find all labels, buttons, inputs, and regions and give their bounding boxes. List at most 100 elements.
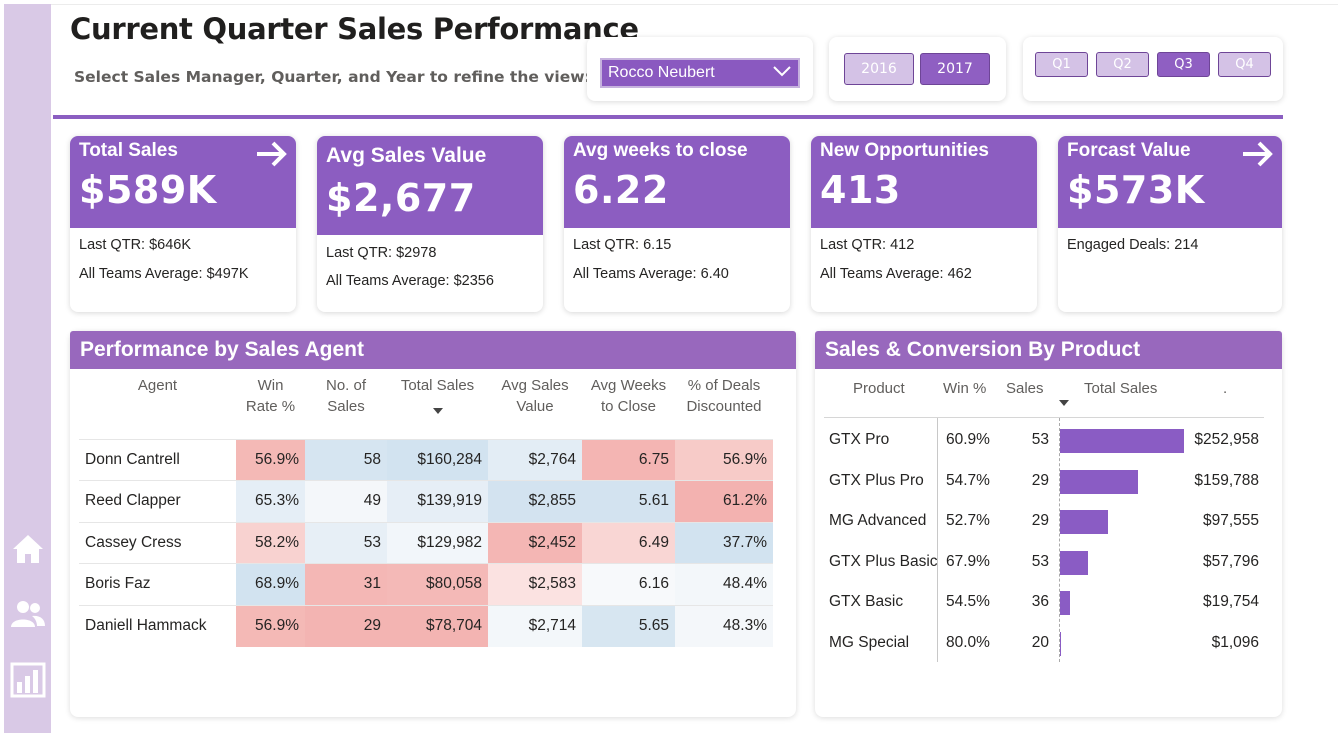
- product-sales-bar: [1060, 469, 1138, 494]
- kpi-last-qtr: Last QTR: 412: [820, 237, 915, 253]
- product-name: GTX Pro: [829, 431, 890, 448]
- year-chip-2017[interactable]: 2017: [920, 53, 990, 85]
- header-divider: [53, 115, 1283, 119]
- arrow-right-icon[interactable]: [254, 138, 288, 174]
- arrow-right-icon[interactable]: [1240, 138, 1274, 174]
- product-row[interactable]: GTX Plus Pro 54.7% 29 $159,788: [829, 462, 1269, 502]
- cell-agent: Cassey Cress: [79, 521, 236, 564]
- table-row[interactable]: Daniell Hammack 56.9% 29 $78,704 $2,714 …: [79, 604, 773, 647]
- col-header-sales[interactable]: Sales: [1006, 380, 1044, 397]
- cell-avg-value: $2,764: [488, 438, 582, 481]
- cell-discounted: 48.3%: [675, 604, 773, 647]
- product-total-sales: $19,754: [1202, 593, 1259, 610]
- manager-dropdown[interactable]: Rocco Neubert: [600, 58, 800, 88]
- kpi-label: Avg Sales Value: [326, 144, 487, 167]
- kpi-last-qtr: Last QTR: 6.15: [573, 237, 672, 253]
- product-sales-bar: [1060, 510, 1108, 534]
- product-sales: 53: [1031, 431, 1049, 448]
- cell-avg-weeks: 5.61: [582, 480, 675, 522]
- product-name: MG Special: [829, 633, 910, 651]
- sort-desc-icon[interactable]: [432, 408, 443, 414]
- cell-total-sales: $160,284: [387, 438, 488, 481]
- cell-avg-weeks: 6.49: [582, 521, 675, 564]
- cell-agent: Boris Faz: [79, 563, 236, 605]
- cell-discounted: 37.7%: [675, 521, 773, 564]
- col-header-avg-value[interactable]: Avg Sales Value: [488, 375, 582, 439]
- cell-total-sales: $80,058: [387, 563, 488, 605]
- chevron-down-icon: [772, 64, 792, 82]
- quarter-chip-q1[interactable]: Q1: [1035, 52, 1088, 77]
- table-row[interactable]: Donn Cantrell 56.9% 58 $160,284 $2,764 6…: [79, 438, 773, 481]
- header-rule: [824, 417, 1264, 418]
- cell-win-rate: 65.3%: [236, 480, 305, 522]
- kpi-forecast-value: Forcast Value $573K Engaged Deals: 214: [1058, 136, 1282, 312]
- cell-avg-weeks: 5.65: [582, 604, 675, 647]
- product-sales-bar: [1060, 550, 1088, 575]
- cell-num-sales: 49: [305, 480, 387, 522]
- year-chip-2016[interactable]: 2016: [844, 53, 914, 85]
- kpi-team-average: All Teams Average: $497K: [79, 266, 249, 282]
- col-header-win[interactable]: Win %: [943, 380, 986, 397]
- kpi-team-average: All Teams Average: 6.40: [573, 266, 729, 282]
- quarter-chip-q2[interactable]: Q2: [1096, 52, 1149, 77]
- agent-table: Agent Win Rate % No. of Sales Total Sales …: [79, 375, 773, 647]
- kpi-engaged-deals: Engaged Deals: 214: [1067, 237, 1199, 253]
- product-row[interactable]: MG Special 80.0% 20 $1,096: [829, 624, 1269, 664]
- product-row[interactable]: MG Advanced 52.7% 29 $97,555: [829, 502, 1269, 542]
- cell-num-sales: 31: [305, 563, 387, 605]
- cell-avg-value: $2,452: [488, 521, 582, 564]
- product-name: GTX Basic: [829, 593, 904, 610]
- cell-avg-value: $2,714: [488, 604, 582, 647]
- sort-desc-icon[interactable]: [1059, 400, 1069, 406]
- table-row[interactable]: Cassey Cress 58.2% 53 $129,982 $2,452 6.…: [79, 521, 773, 564]
- kpi-label: Avg weeks to close: [573, 140, 748, 161]
- product-row[interactable]: GTX Pro 60.9% 53 $252,958: [829, 421, 1269, 461]
- cell-win-rate: 68.9%: [236, 563, 305, 605]
- report-icon[interactable]: [10, 662, 46, 698]
- kpi-value: 413: [820, 168, 901, 212]
- col-header-total-sales[interactable]: Total Sales: [1084, 380, 1157, 397]
- cell-win-rate: 58.2%: [236, 521, 305, 564]
- product-win-rate: 52.7%: [946, 512, 990, 529]
- col-header-win-rate[interactable]: Win Rate %: [236, 375, 305, 439]
- product-row[interactable]: GTX Basic 54.5% 36 $19,754: [829, 583, 1269, 623]
- product-name: MG Advanced: [829, 512, 927, 529]
- product-name: GTX Plus Pro: [829, 471, 924, 489]
- product-sales: 29: [1031, 471, 1049, 489]
- product-sales-bar: [1060, 429, 1184, 453]
- table-row[interactable]: Boris Faz 68.9% 31 $80,058 $2,583 6.16 4…: [79, 563, 773, 605]
- product-total-sales: $159,788: [1194, 471, 1259, 489]
- cell-num-sales: 29: [305, 604, 387, 647]
- quarter-chip-q4[interactable]: Q4: [1218, 52, 1271, 77]
- kpi-last-qtr: Last QTR: $2978: [326, 245, 437, 261]
- quarter-chip-q3[interactable]: Q3: [1157, 52, 1210, 77]
- kpi-value: $2,677: [326, 176, 476, 220]
- cell-discounted: 61.2%: [675, 480, 773, 522]
- kpi-value: $589K: [79, 168, 217, 212]
- cell-avg-value: $2,583: [488, 563, 582, 605]
- product-win-rate: 80.0%: [946, 633, 990, 651]
- col-header-product[interactable]: Product: [853, 380, 905, 397]
- col-header-num-sales[interactable]: No. of Sales: [305, 375, 387, 439]
- col-header-total-sales[interactable]: Total Sales: [387, 375, 488, 439]
- col-header-avg-weeks[interactable]: Avg Weeks to Close: [582, 375, 675, 439]
- home-icon[interactable]: [10, 531, 46, 567]
- product-win-rate: 60.9%: [946, 431, 990, 448]
- panel-title: Performance by Sales Agent: [70, 331, 796, 369]
- product-sales: 29: [1031, 512, 1049, 529]
- kpi-label: New Opportunities: [820, 140, 989, 161]
- product-sales-bar: [1060, 591, 1070, 615]
- team-icon[interactable]: [10, 596, 46, 632]
- product-total-sales: $252,958: [1194, 431, 1259, 448]
- kpi-last-qtr: Last QTR: $646K: [79, 237, 192, 253]
- cell-win-rate: 56.9%: [236, 604, 305, 647]
- product-name: GTX Plus Basic: [829, 552, 938, 570]
- manager-dropdown-value: Rocco Neubert: [608, 64, 715, 81]
- product-row[interactable]: GTX Plus Basic 67.9% 53 $57,796: [829, 543, 1269, 583]
- col-header-agent[interactable]: Agent: [79, 375, 236, 439]
- product-win-rate: 54.5%: [946, 593, 990, 610]
- product-win-rate: 67.9%: [946, 552, 990, 570]
- nav-rail: [4, 4, 51, 733]
- table-row[interactable]: Reed Clapper 65.3% 49 $139,919 $2,855 5.…: [79, 480, 773, 522]
- col-header-discounted[interactable]: % of Deals Discounted: [675, 375, 773, 439]
